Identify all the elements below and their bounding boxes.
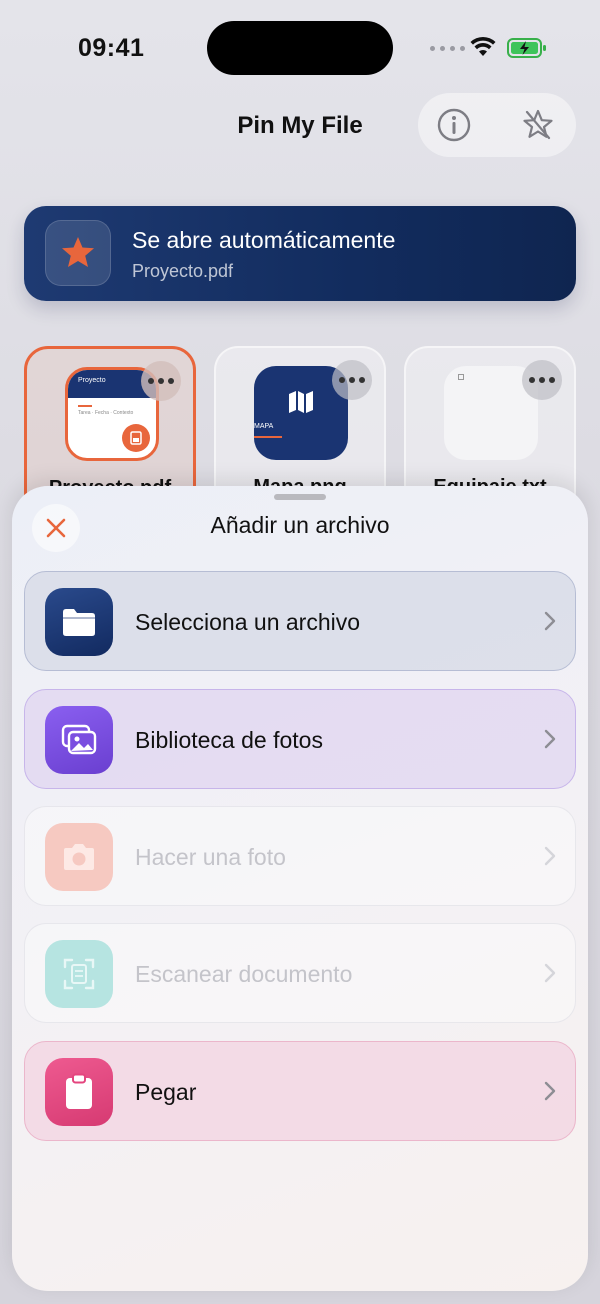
info-button[interactable] [436, 107, 472, 143]
banner-title: Se abre automáticamente [132, 227, 396, 253]
map-thumb-title: MAPA [254, 423, 274, 430]
camera-icon [64, 844, 94, 870]
folder-icon [63, 609, 95, 636]
camera-icon-tile [45, 823, 113, 891]
clipboard-icon-tile [45, 1058, 113, 1126]
header-actions [418, 93, 576, 157]
dynamic-island [207, 21, 393, 75]
star-icon [62, 237, 94, 267]
scan-document-icon [63, 958, 95, 990]
cellular-signal-icon [430, 46, 465, 51]
option-scan-document: Escanear documento [24, 923, 576, 1023]
pdf-badge-icon [122, 424, 150, 452]
favorites-button[interactable] [520, 107, 556, 143]
option-photo-library[interactable]: Biblioteca de fotos [24, 689, 576, 789]
info-icon [437, 108, 471, 142]
clipboard-icon [66, 1073, 92, 1109]
banner-filename: Proyecto.pdf [132, 261, 234, 281]
option-select-file[interactable]: Selecciona un archivo [24, 571, 576, 671]
option-take-photo: Hacer una foto [24, 806, 576, 906]
option-label: Escanear documento [135, 961, 353, 987]
photos-icon [61, 724, 97, 755]
wifi-icon [470, 36, 496, 56]
option-label: Hacer una foto [135, 844, 286, 870]
add-file-sheet: Añadir un archivo Selecciona un archivo … [12, 486, 588, 1291]
sheet-grabber[interactable] [274, 494, 326, 500]
pdf-thumb-text: Tarea · Fecha · Contexto [78, 410, 134, 416]
banner-icon-container [45, 220, 111, 286]
folder-icon-tile [45, 588, 113, 656]
status-time: 09:41 [78, 34, 145, 62]
sheet-title: Añadir un archivo [210, 512, 390, 538]
file-more-button[interactable] [141, 361, 181, 401]
option-paste[interactable]: Pegar [24, 1041, 576, 1141]
option-label: Selecciona un archivo [135, 609, 361, 635]
chevron-right-icon [544, 1081, 556, 1101]
map-icon [289, 391, 313, 413]
chevron-right-icon [544, 963, 556, 983]
photos-icon-tile [45, 706, 113, 774]
battery-charging-icon [507, 38, 546, 58]
chevron-right-icon [544, 729, 556, 749]
pdf-thumb-title: Proyecto [78, 377, 106, 384]
star-sparkle-icon [523, 109, 553, 140]
status-bar: 09:41 [0, 0, 600, 96]
auto-open-banner[interactable]: Se abre automáticamente Proyecto.pdf [24, 206, 576, 301]
scan-icon-tile [45, 940, 113, 1008]
option-label: Biblioteca de fotos [135, 727, 323, 753]
option-label: Pegar [135, 1079, 197, 1105]
file-more-button[interactable] [332, 360, 372, 400]
chevron-right-icon [544, 846, 556, 866]
file-more-button[interactable] [522, 360, 562, 400]
chevron-right-icon [544, 611, 556, 631]
